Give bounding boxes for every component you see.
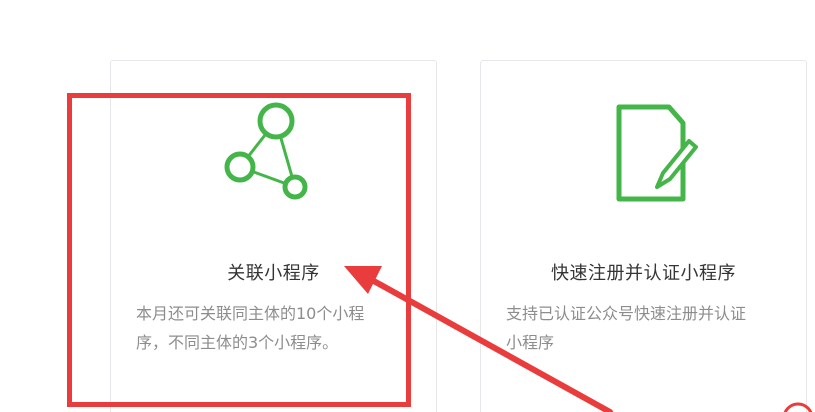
screenshot-stage: 关联小程序 本月还可关联同主体的10个小程 序，不同主体的3个小程序。 快速注册… [0,0,815,412]
link-mini-program-card[interactable]: 关联小程序 本月还可关联同主体的10个小程 序，不同主体的3个小程序。 [110,60,437,412]
card-description-line: 小程序 [506,333,555,352]
card-description: 支持已认证公众号快速注册并认证 小程序 [506,299,761,357]
document-edit-icon [481,99,806,213]
card-description-line: 本月还可关联同主体的10个小程 [136,304,365,323]
card-title: 快速注册并认证小程序 [551,263,736,284]
card-description-line: 支持已认证公众号快速注册并认证 [506,304,747,323]
network-nodes-icon [111,99,436,213]
card-title: 关联小程序 [227,263,320,284]
card-description: 本月还可关联同主体的10个小程 序，不同主体的3个小程序。 [136,299,391,357]
card-description-line: 序，不同主体的3个小程序。 [136,333,339,352]
quick-register-card[interactable]: 快速注册并认证小程序 支持已认证公众号快速注册并认证 小程序 [480,60,807,412]
